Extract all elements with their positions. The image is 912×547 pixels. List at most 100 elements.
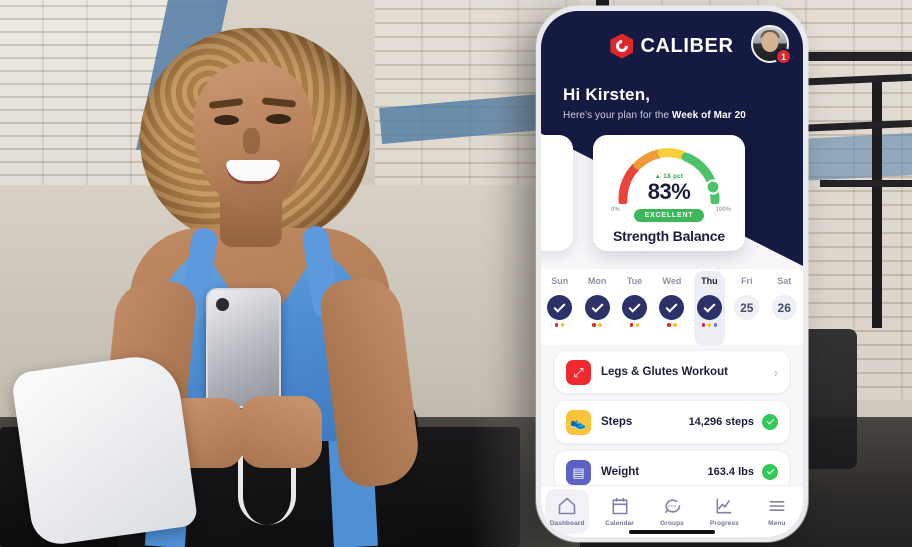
greeting-block: Hi Kirsten, Here's your plan for the Wee…: [563, 85, 746, 121]
day-completed-check[interactable]: [622, 295, 648, 320]
tab-label: Menu: [768, 520, 786, 527]
chart-icon: [716, 498, 732, 514]
gauge-min-label: 0%: [611, 207, 620, 213]
day-name: Fri: [741, 276, 753, 286]
calendar-icon: [612, 497, 628, 515]
phone-mockup: CALIBER 1 Hi Kirsten, Here's your plan f…: [536, 6, 808, 542]
gauge: ▲ 18 pct 83% 0% 100%: [611, 146, 731, 213]
day-name: Mon: [587, 276, 607, 286]
activity-dot-yellow: [635, 323, 640, 327]
check-icon: [553, 300, 566, 313]
day-activity-dots: [701, 323, 718, 327]
day-completed-check[interactable]: [659, 295, 685, 320]
greeting-week: Week of Mar 20: [671, 110, 746, 121]
day-activity-dots: [554, 323, 565, 327]
tab-label: Progress: [709, 520, 739, 527]
carousel-card-previous[interactable]: [541, 135, 573, 251]
completed-check-icon: [762, 414, 778, 430]
activity-dot-yellow: [673, 323, 677, 327]
icon-glyph: ⤢: [573, 364, 584, 380]
avatar[interactable]: 1: [751, 25, 792, 65]
tab-menu[interactable]: Menu: [751, 486, 803, 537]
status-badge: EXCELLENT: [633, 209, 705, 222]
tab-label: Dashboard: [549, 520, 585, 527]
greeting-subtitle: Here's your plan for the Week of Mar 20: [563, 110, 746, 121]
chat-icon: [664, 499, 681, 514]
day-column-fri[interactable]: Fri 25: [728, 269, 765, 345]
day-column-thu[interactable]: Thu: [691, 269, 728, 346]
gauge-max-label: 100%: [715, 207, 731, 213]
gauge-percent: 83%: [647, 179, 691, 204]
menu-icon: [769, 501, 785, 511]
activity-dot-red: [667, 323, 671, 327]
strength-balance-card[interactable]: ▲ 18 pct 83% 0% 100% EXCELLENT Strength …: [593, 135, 745, 251]
check-icon: [703, 300, 716, 313]
activity-dot-yellow: [598, 323, 602, 327]
person-eye: [266, 114, 291, 124]
home-indicator: [629, 530, 715, 534]
day-number[interactable]: 26: [771, 295, 797, 320]
activity-dot-red: [701, 323, 706, 327]
day-name: Thu: [701, 276, 718, 286]
day-activity-dots: [629, 323, 640, 327]
icon-glyph: ▤: [572, 464, 585, 480]
tab-label: Calendar: [605, 520, 634, 527]
day-activity-dots: [592, 323, 602, 327]
person-smile: [226, 160, 280, 184]
check-icon: [628, 300, 641, 313]
logo-wordmark: CALIBER: [640, 34, 734, 57]
day-column-mon[interactable]: Mon: [578, 269, 615, 345]
person-nose: [243, 128, 260, 154]
home-icon: [558, 497, 576, 515]
avatar-face: [761, 32, 779, 52]
day-number[interactable]: 25: [734, 295, 760, 320]
activity-dot-red: [554, 323, 559, 327]
gym-towel: [10, 351, 199, 547]
day-column-wed[interactable]: Wed: [653, 269, 690, 345]
icon-glyph: 👟: [570, 414, 587, 430]
check-icon: [665, 300, 678, 313]
list-item-title: Weight: [601, 466, 640, 478]
person-eye: [214, 115, 239, 125]
list-item[interactable]: ⤢ Legs & Glutes Workout ›: [555, 351, 789, 393]
day-completed-check[interactable]: [547, 295, 573, 320]
activity-dot-yellow: [560, 323, 565, 327]
list-item[interactable]: 👟 Steps 14,296 steps: [555, 401, 789, 443]
phone-screen: CALIBER 1 Hi Kirsten, Here's your plan f…: [541, 11, 803, 537]
week-calendar-strip[interactable]: Sun Mon Tue Wed Thu Fri 25 Sat 26: [541, 269, 803, 346]
greeting-title: Hi Kirsten,: [563, 85, 651, 104]
gym-rig-post: [872, 78, 882, 328]
tab-dashboard[interactable]: Dashboard: [541, 486, 593, 537]
day-column-sat[interactable]: Sat 26: [766, 269, 803, 345]
caliber-hexagon-icon: [610, 33, 634, 59]
list-item-value: 14,296 steps: [688, 416, 754, 428]
weight-scale-icon: ▤: [566, 459, 591, 485]
day-name: Wed: [662, 276, 682, 286]
activity-dot-yellow: [707, 323, 712, 327]
list-item-value: 163.4 lbs: [707, 466, 754, 478]
notification-badge: 1: [775, 48, 792, 65]
list-item-title: Legs & Glutes Workout: [601, 366, 728, 378]
day-activity-dots: [667, 323, 677, 327]
person-hand: [240, 396, 322, 468]
activity-dot-red: [592, 323, 596, 327]
workout-arrows-icon: ⤢: [566, 359, 591, 385]
phone-camera-lens: [216, 298, 229, 311]
activity-list: ⤢ Legs & Glutes Workout › 👟 Steps 14,296 step…: [541, 351, 803, 501]
tab-label: Groups: [660, 520, 684, 527]
day-column-tue[interactable]: Tue: [616, 269, 653, 345]
day-name: Sat: [777, 276, 792, 286]
greeting-sub-prefix: Here's your plan for the: [563, 110, 672, 121]
held-smartphone: [206, 288, 281, 408]
list-item-title: Steps: [601, 416, 633, 428]
chevron-right-icon: ›: [773, 364, 778, 380]
completed-check-icon: [762, 464, 778, 480]
day-column-sun[interactable]: Sun: [541, 269, 578, 345]
day-name: Tue: [626, 276, 643, 286]
activity-dot-red: [629, 323, 634, 327]
card-title: Strength Balance: [613, 228, 725, 244]
day-completed-check[interactable]: [584, 295, 610, 320]
day-completed-check[interactable]: [696, 295, 722, 320]
day-name: Sun: [551, 276, 569, 286]
gym-rig-beam: [820, 180, 912, 187]
